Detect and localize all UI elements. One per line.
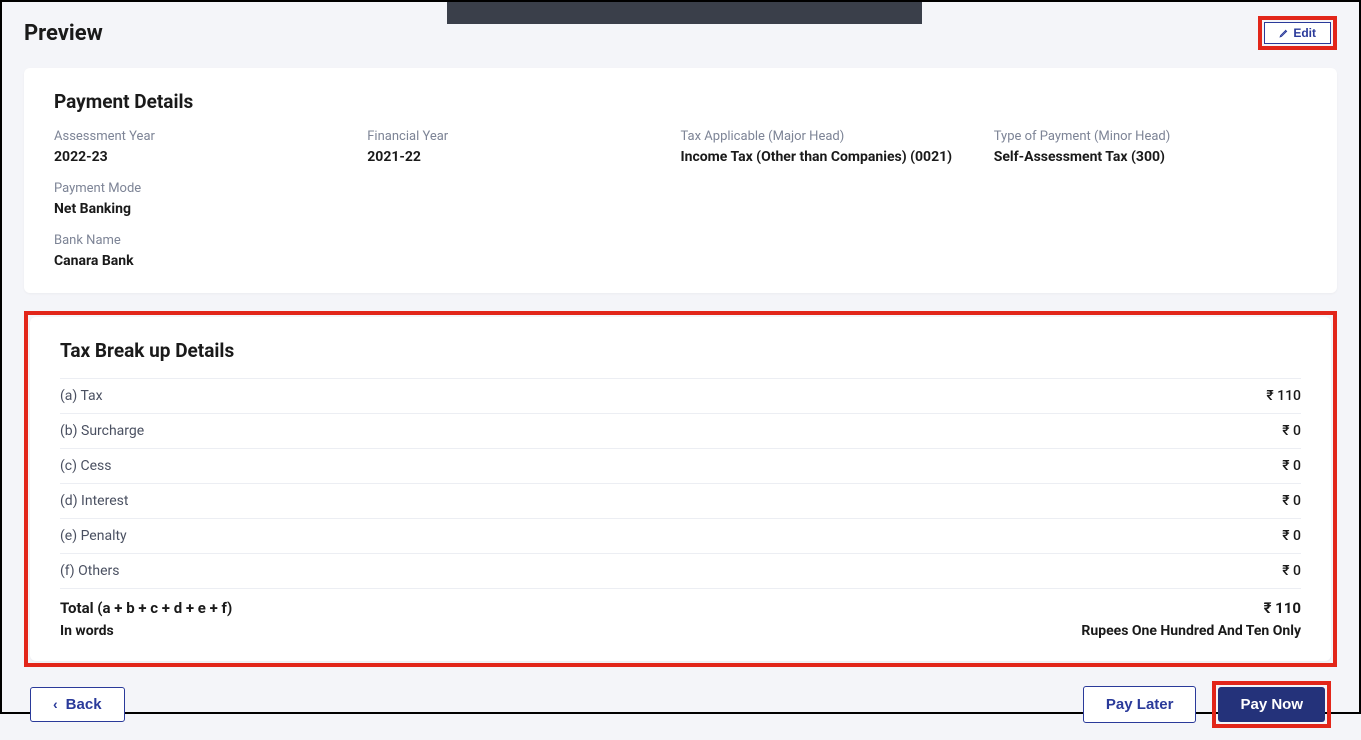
breakup-label: (a) Tax — [60, 388, 103, 404]
edit-button-highlight: Edit — [1258, 16, 1337, 50]
detail-assessment-year: Assessment Year 2022-23 — [54, 129, 367, 167]
detail-label: Financial Year — [367, 129, 680, 144]
breakup-row-others: (f) Others ₹ 0 — [60, 553, 1301, 588]
breakup-amount: ₹ 110 — [1266, 388, 1301, 404]
tax-breakup-card: Tax Break up Details (a) Tax ₹ 110 (b) S… — [30, 317, 1331, 661]
page-container: Preview Edit Payment Details Assessment … — [2, 2, 1359, 740]
breakup-total-label: Total (a + b + c + d + e + f) — [60, 599, 232, 617]
detail-value: Net Banking — [54, 200, 1307, 219]
detail-label: Payment Mode — [54, 181, 1307, 196]
breakup-words-row: In words Rupees One Hundred And Ten Only — [60, 621, 1301, 639]
breakup-label: (d) Interest — [60, 493, 128, 509]
detail-value: 2022-23 — [54, 148, 367, 167]
tax-breakup-highlight: Tax Break up Details (a) Tax ₹ 110 (b) S… — [24, 311, 1337, 667]
detail-value: Income Tax (Other than Companies) (0021) — [681, 148, 994, 167]
page-title: Preview — [24, 21, 103, 46]
breakup-amount: ₹ 0 — [1282, 493, 1301, 509]
breakup-row-penalty: (e) Penalty ₹ 0 — [60, 518, 1301, 553]
breakup-total-row: Total (a + b + c + d + e + f) ₹ 110 — [60, 588, 1301, 621]
pay-now-highlight: Pay Now — [1212, 681, 1331, 728]
footer-bar: ‹ Back Pay Later Pay Now — [24, 681, 1337, 728]
breakup-total-amount: ₹ 110 — [1264, 599, 1301, 617]
detail-label: Type of Payment (Minor Head) — [994, 129, 1307, 144]
back-button[interactable]: ‹ Back — [30, 687, 125, 722]
breakup-amount: ₹ 0 — [1282, 458, 1301, 474]
detail-label: Tax Applicable (Major Head) — [681, 129, 994, 144]
pay-now-button[interactable]: Pay Now — [1218, 687, 1325, 722]
breakup-row-cess: (c) Cess ₹ 0 — [60, 448, 1301, 483]
breakup-label: (c) Cess — [60, 458, 111, 474]
payment-details-card: Payment Details Assessment Year 2022-23 … — [24, 68, 1337, 293]
detail-payment-mode: Payment Mode Net Banking — [54, 181, 1307, 219]
detail-bank-name: Bank Name Canara Bank — [54, 233, 1307, 271]
detail-value: 2021-22 — [367, 148, 680, 167]
top-toolbar-remnant — [447, 2, 922, 24]
breakup-amount: ₹ 0 — [1282, 528, 1301, 544]
payment-details-grid: Assessment Year 2022-23 Financial Year 2… — [54, 129, 1307, 271]
detail-label: Assessment Year — [54, 129, 367, 144]
detail-tax-applicable: Tax Applicable (Major Head) Income Tax (… — [681, 129, 994, 167]
breakup-words-value: Rupees One Hundred And Ten Only — [1081, 623, 1301, 639]
breakup-amount: ₹ 0 — [1282, 563, 1301, 579]
detail-type-of-payment: Type of Payment (Minor Head) Self-Assess… — [994, 129, 1307, 167]
detail-label: Bank Name — [54, 233, 1307, 248]
breakup-amount: ₹ 0 — [1282, 423, 1301, 439]
tax-breakup-title: Tax Break up Details — [60, 339, 1301, 362]
back-button-label: Back — [66, 696, 102, 713]
breakup-label: (b) Surcharge — [60, 423, 144, 439]
chevron-left-icon: ‹ — [53, 696, 58, 712]
pay-later-button[interactable]: Pay Later — [1083, 686, 1197, 723]
breakup-row-interest: (d) Interest ₹ 0 — [60, 483, 1301, 518]
pencil-icon — [1279, 28, 1289, 38]
payment-details-title: Payment Details — [54, 90, 1307, 113]
breakup-row-surcharge: (b) Surcharge ₹ 0 — [60, 413, 1301, 448]
edit-button[interactable]: Edit — [1264, 22, 1331, 44]
detail-value: Canara Bank — [54, 252, 1307, 271]
edit-button-label: Edit — [1293, 26, 1316, 40]
footer-right-buttons: Pay Later Pay Now — [1083, 681, 1331, 728]
breakup-row-tax: (a) Tax ₹ 110 — [60, 378, 1301, 413]
breakup-words-label: In words — [60, 623, 114, 639]
breakup-label: (f) Others — [60, 563, 119, 579]
detail-financial-year: Financial Year 2021-22 — [367, 129, 680, 167]
breakup-label: (e) Penalty — [60, 528, 127, 544]
detail-value: Self-Assessment Tax (300) — [994, 148, 1307, 167]
